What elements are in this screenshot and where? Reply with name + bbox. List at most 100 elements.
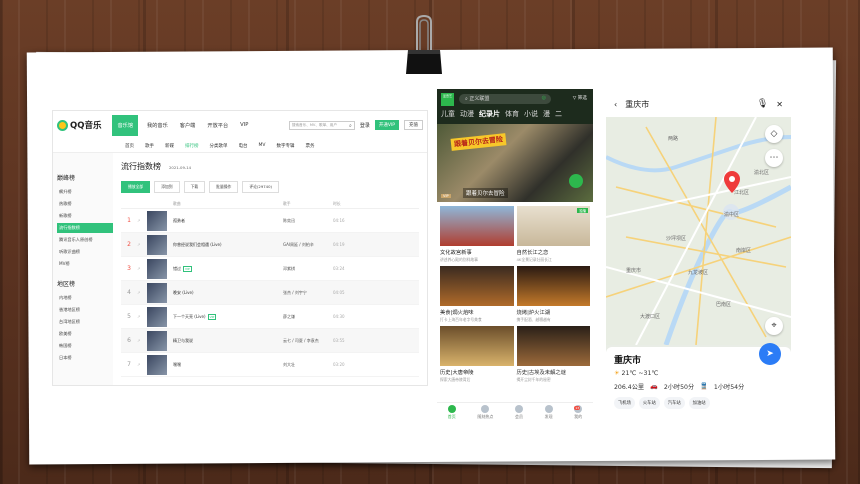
song-title[interactable]: 精卫与我说 — [173, 338, 193, 343]
video-title[interactable]: 美食|焗火焰味 — [440, 308, 514, 316]
map-search-bar[interactable]: ‹ 重庆市 🎙 ✕ — [606, 91, 791, 117]
bottom-nav-item[interactable]: 首页 — [447, 405, 456, 424]
song-title[interactable]: 晚安 (Live) — [173, 290, 194, 295]
qq-subnav-item[interactable]: 数字专辑 — [276, 143, 294, 149]
map-search-input[interactable]: 重庆市 — [625, 99, 649, 110]
qq-login-link[interactable]: 登录 — [360, 122, 370, 129]
table-row[interactable]: 6 ↗ 精卫与我说 云七 / 司夏 / 李袁杰 03:55 — [121, 329, 419, 353]
toolbar-button[interactable]: 播放全部 — [121, 181, 151, 193]
toolbar-button[interactable]: 下载 — [183, 181, 206, 193]
qq-subnav-item[interactable]: 首页 — [125, 143, 134, 149]
sidebar-item[interactable]: MV榜 — [57, 259, 113, 269]
singer-name[interactable]: 张杰 / 刘宇宁 — [283, 290, 333, 296]
singer-name[interactable]: 云七 / 司夏 / 李袁杰 — [283, 338, 333, 344]
sidebar-item[interactable]: 新歌榜 — [57, 211, 113, 221]
qq-subnav-item[interactable]: MV — [259, 143, 266, 148]
video-card[interactable]: 文化故宫新事 讲述养心殿的别样故事 — [440, 206, 514, 263]
video-app-logo[interactable]: 爱奇艺 — [441, 93, 454, 106]
table-row[interactable]: 4 ↗ 晚安 (Live) 张杰 / 刘宇宁 04:05 — [121, 281, 419, 305]
sidebar-item[interactable]: 台湾地区榜 — [57, 317, 113, 327]
bottom-nav-item[interactable]: 会员 — [514, 405, 523, 424]
category-tab[interactable]: 动漫 — [460, 109, 474, 119]
table-row[interactable]: 7 ↗ 嘿嘿 刘大壮 03:20 — [121, 353, 419, 377]
nearby-button[interactable]: 汽车站 — [663, 397, 685, 409]
sidebar-item[interactable]: 内地榜 — [57, 293, 113, 303]
search-icon[interactable]: ◎ — [542, 95, 546, 101]
category-tab[interactable]: 漫 — [543, 109, 550, 119]
qq-logo[interactable]: QQ音乐 — [57, 119, 101, 131]
video-card[interactable]: 历史|大唐帝陵 探索大唐帝陵背后 — [440, 326, 514, 383]
album-cover[interactable] — [147, 282, 167, 303]
video-thumbnail[interactable] — [516, 326, 590, 366]
video-title[interactable]: 历史|大唐帝陵 — [440, 368, 514, 376]
song-title[interactable]: 错过 — [173, 266, 181, 271]
album-cover[interactable] — [147, 210, 167, 231]
locate-icon[interactable]: ⌖ — [765, 317, 783, 335]
sidebar-item[interactable]: 韩国榜 — [57, 341, 113, 351]
qq-subnav-item[interactable]: 分类歌单 — [210, 143, 228, 149]
filter-button[interactable]: ▽ 筛选 — [573, 95, 587, 101]
song-title[interactable]: 嘿嘿 — [173, 362, 181, 367]
video-card[interactable]: 美食|焗火焰味 打卡上海百年老字号美食 — [440, 266, 514, 323]
video-thumbnail[interactable] — [516, 266, 590, 306]
qq-subnav-item[interactable]: 排行榜 — [185, 143, 199, 149]
nearby-button[interactable]: 火车站 — [638, 397, 660, 409]
song-name[interactable]: 你曾经说我们会相遇 (Live) — [173, 242, 283, 248]
qq-nav-item[interactable]: 客户端 — [177, 119, 199, 132]
video-thumbnail[interactable]: 独播 — [516, 206, 590, 246]
category-tab[interactable]: 体育 — [505, 109, 519, 119]
navigate-button[interactable]: ➤ — [759, 343, 781, 365]
toolbar-button[interactable]: 批量操作 — [209, 181, 239, 193]
bottom-nav-item[interactable]: 我的 13 — [574, 405, 583, 424]
sidebar-item[interactable]: 流行指数榜 — [57, 223, 113, 233]
category-tab[interactable]: 小说 — [524, 109, 538, 119]
sidebar-item[interactable]: 听歌识曲榜 — [57, 247, 113, 257]
microphone-icon[interactable]: 🎙 — [757, 99, 768, 109]
video-thumbnail[interactable] — [440, 206, 514, 246]
recharge-button[interactable]: 充值 — [404, 120, 423, 130]
video-card[interactable]: 历史|古埃及未解之谜 揭开尘封千年的秘密 — [516, 326, 591, 383]
qq-nav-item[interactable]: VIP — [237, 119, 251, 131]
song-title[interactable]: 孤勇者 — [173, 218, 185, 223]
back-arrow-icon[interactable]: ‹ — [614, 100, 617, 109]
search-icon[interactable]: ⌕ — [349, 123, 352, 129]
close-icon[interactable]: ✕ — [776, 100, 783, 109]
album-cover[interactable] — [147, 306, 167, 327]
song-name[interactable]: 孤勇者 — [173, 218, 283, 224]
category-tab[interactable]: 二 — [555, 109, 562, 119]
album-cover[interactable] — [147, 258, 167, 279]
video-title[interactable]: 历史|古埃及未解之谜 — [517, 368, 591, 376]
singer-name[interactable]: 邓紫棋 — [283, 266, 333, 272]
nearby-button[interactable]: 加油站 — [688, 397, 710, 409]
qq-nav-item[interactable]: 我的音乐 — [144, 119, 171, 132]
song-name[interactable]: 嘿嘿 — [173, 362, 283, 368]
qq-subnav-item[interactable]: 票务 — [305, 143, 314, 149]
hero-banner[interactable]: 跟着贝尔去冒险 跟着贝尔去冒险 VIP — [437, 124, 593, 202]
table-row[interactable]: 2 ↗ 你曾经说我们会相遇 (Live) GAI周延 / 刘柏辛 04:19 — [121, 233, 419, 257]
bottom-nav-item[interactable]: 随刻热点 — [477, 405, 493, 424]
video-title[interactable]: 文化故宫新事 — [440, 248, 514, 256]
album-cover[interactable] — [147, 330, 167, 351]
video-card[interactable]: 烧烤|炉火江湖 携手配酒、越嚼越有 — [516, 266, 590, 323]
song-title[interactable]: 下一个天亮 (Live) — [173, 314, 206, 319]
sidebar-item[interactable]: 日本榜 — [57, 353, 113, 363]
album-cover[interactable] — [147, 354, 167, 375]
song-name[interactable]: 下一个天亮 (Live) VIP — [173, 313, 283, 320]
open-vip-button[interactable]: 开通VIP — [374, 120, 399, 130]
album-cover[interactable] — [147, 234, 167, 255]
qq-search-input[interactable]: 搜索音乐、MV、歌单、用户 ⌕ — [288, 120, 355, 130]
video-title[interactable]: 自然长江之恋 — [517, 248, 591, 256]
map-canvas[interactable] — [606, 117, 791, 345]
sidebar-item[interactable]: 欧美榜 — [57, 329, 113, 339]
qq-subnav-item[interactable]: 新碟 — [165, 143, 174, 149]
qq-subnav-item[interactable]: 歌手 — [145, 143, 154, 149]
layers-icon[interactable]: ◇ — [765, 125, 783, 143]
song-name[interactable]: 错过 VIP — [173, 265, 283, 272]
settings-icon[interactable]: ⋯ — [765, 149, 783, 167]
singer-name[interactable]: 薛之谦 — [283, 314, 333, 320]
sidebar-item[interactable]: 腾讯音乐人原创榜 — [57, 235, 113, 245]
singer-name[interactable]: GAI周延 / 刘柏辛 — [283, 242, 333, 248]
video-thumbnail[interactable] — [440, 266, 514, 306]
category-tab[interactable]: 纪录片 — [479, 109, 500, 119]
sidebar-item[interactable]: 香港地区榜 — [57, 305, 113, 315]
